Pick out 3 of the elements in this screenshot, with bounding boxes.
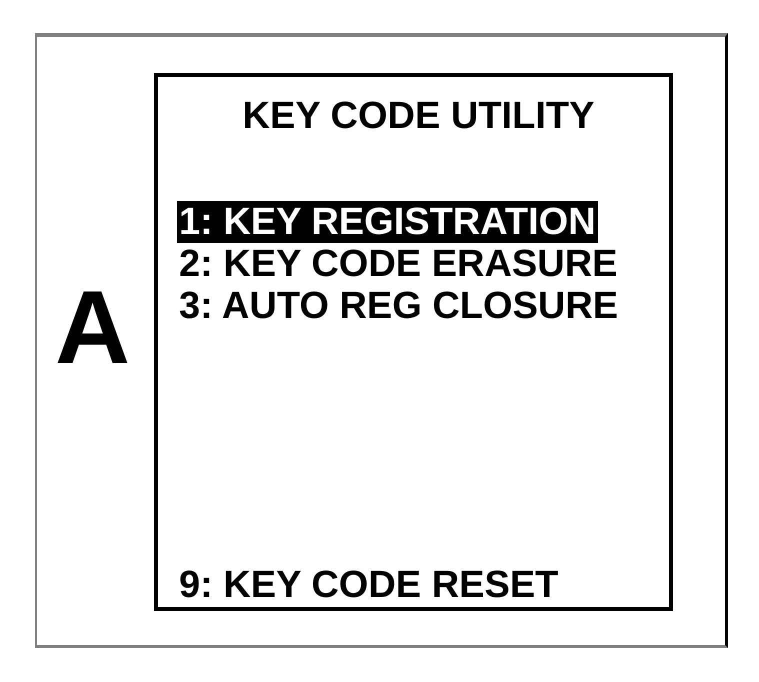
panel-label: A bbox=[55, 276, 130, 380]
menu-item[interactable]: 1: KEY REGISTRATION bbox=[177, 201, 598, 243]
screen-title: KEY CODE UTILITY bbox=[242, 95, 594, 137]
